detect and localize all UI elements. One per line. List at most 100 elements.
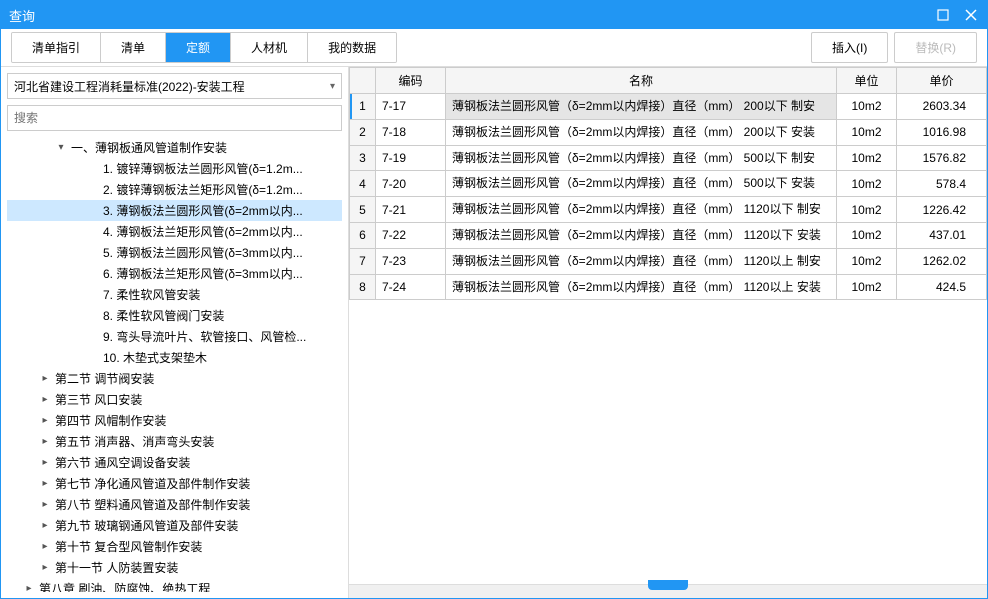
drag-handle-icon[interactable] [648, 580, 688, 590]
tree-item[interactable]: 8. 柔性软风管阀门安装 [7, 305, 342, 326]
tree-item[interactable]: ▸第四节 风帽制作安装 [7, 410, 342, 431]
chevron-right-icon[interactable]: ▸ [39, 499, 51, 510]
table-row[interactable]: 47-20薄钢板法兰圆形风管（δ=2mm以内焊接）直径（mm） 500以下 安装… [350, 171, 987, 197]
tree-item[interactable]: ▾一、薄钢板通风管道制作安装 [7, 137, 342, 158]
cell-name[interactable]: 薄钢板法兰圆形风管（δ=2mm以内焊接）直径（mm） 200以下 制安 [446, 94, 837, 120]
col-code[interactable]: 编码 [376, 68, 446, 94]
table-row[interactable]: 57-21薄钢板法兰圆形风管（δ=2mm以内焊接）直径（mm） 1120以下 制… [350, 197, 987, 223]
cell-unit[interactable]: 10m2 [837, 248, 897, 274]
row-number[interactable]: 4 [350, 171, 376, 197]
cell-price[interactable]: 1576.82 [897, 145, 987, 171]
row-number[interactable]: 7 [350, 248, 376, 274]
row-number[interactable]: 1 [350, 94, 376, 120]
grid-corner [350, 68, 376, 94]
tree-item[interactable]: ▸第六节 通风空调设备安装 [7, 452, 342, 473]
cell-unit[interactable]: 10m2 [837, 274, 897, 300]
chevron-right-icon[interactable]: ▸ [39, 394, 51, 405]
chevron-right-icon[interactable]: ▸ [39, 457, 51, 468]
row-number[interactable]: 5 [350, 197, 376, 223]
cell-price[interactable]: 1016.98 [897, 119, 987, 145]
maximize-icon[interactable] [935, 7, 951, 23]
row-number[interactable]: 8 [350, 274, 376, 300]
cell-name[interactable]: 薄钢板法兰圆形风管（δ=2mm以内焊接）直径（mm） 1120以上 制安 [446, 248, 837, 274]
table-row[interactable]: 37-19薄钢板法兰圆形风管（δ=2mm以内焊接）直径（mm） 500以下 制安… [350, 145, 987, 171]
chevron-right-icon[interactable]: ▸ [39, 415, 51, 426]
cell-code[interactable]: 7-23 [376, 248, 446, 274]
tree-item[interactable]: 7. 柔性软风管安装 [7, 284, 342, 305]
tab-1[interactable]: 清单 [101, 33, 166, 62]
cell-price[interactable]: 1226.42 [897, 197, 987, 223]
chevron-right-icon[interactable]: ▸ [39, 541, 51, 552]
tree-item[interactable]: ▸第九节 玻璃钢通风管道及部件安装 [7, 515, 342, 536]
cell-name[interactable]: 薄钢板法兰圆形风管（δ=2mm以内焊接）直径（mm） 500以下 制安 [446, 145, 837, 171]
tree-item[interactable]: 10. 木垫式支架垫木 [7, 347, 342, 368]
cell-price[interactable]: 2603.34 [897, 94, 987, 120]
table-row[interactable]: 87-24薄钢板法兰圆形风管（δ=2mm以内焊接）直径（mm） 1120以上 安… [350, 274, 987, 300]
cell-price[interactable]: 437.01 [897, 222, 987, 248]
tree-item[interactable]: 9. 弯头导流叶片、软管接口、风管检... [7, 326, 342, 347]
cell-name[interactable]: 薄钢板法兰圆形风管（δ=2mm以内焊接）直径（mm） 1120以下 安装 [446, 222, 837, 248]
tab-3[interactable]: 人材机 [231, 33, 308, 62]
cell-code[interactable]: 7-19 [376, 145, 446, 171]
tree-item[interactable]: ▸第三节 风口安装 [7, 389, 342, 410]
cell-unit[interactable]: 10m2 [837, 197, 897, 223]
cell-name[interactable]: 薄钢板法兰圆形风管（δ=2mm以内焊接）直径（mm） 1120以上 安装 [446, 274, 837, 300]
col-name[interactable]: 名称 [446, 68, 837, 94]
category-tree[interactable]: ▾一、薄钢板通风管道制作安装1. 镀锌薄钢板法兰圆形风管(δ=1.2m...2.… [7, 137, 342, 592]
data-grid[interactable]: 编码 名称 单位 单价 17-17薄钢板法兰圆形风管（δ=2mm以内焊接）直径（… [349, 67, 987, 584]
standard-dropdown[interactable]: 河北省建设工程消耗量标准(2022)-安装工程 ▾ [7, 73, 342, 99]
tree-item[interactable]: 3. 薄钢板法兰圆形风管(δ=2mm以内... [7, 200, 342, 221]
chevron-down-icon[interactable]: ▾ [55, 142, 67, 153]
cell-code[interactable]: 7-22 [376, 222, 446, 248]
tree-item[interactable]: 4. 薄钢板法兰矩形风管(δ=2mm以内... [7, 221, 342, 242]
chevron-right-icon[interactable]: ▸ [39, 373, 51, 384]
table-row[interactable]: 17-17薄钢板法兰圆形风管（δ=2mm以内焊接）直径（mm） 200以下 制安… [350, 94, 987, 120]
cell-name[interactable]: 薄钢板法兰圆形风管（δ=2mm以内焊接）直径（mm） 1120以下 制安 [446, 197, 837, 223]
tree-item[interactable]: ▸第八节 塑料通风管道及部件制作安装 [7, 494, 342, 515]
row-number[interactable]: 6 [350, 222, 376, 248]
table-row[interactable]: 67-22薄钢板法兰圆形风管（δ=2mm以内焊接）直径（mm） 1120以下 安… [350, 222, 987, 248]
tree-item[interactable]: ▸第七节 净化通风管道及部件制作安装 [7, 473, 342, 494]
tree-item[interactable]: 2. 镀锌薄钢板法兰矩形风管(δ=1.2m... [7, 179, 342, 200]
cell-name[interactable]: 薄钢板法兰圆形风管（δ=2mm以内焊接）直径（mm） 500以下 安装 [446, 171, 837, 197]
cell-code[interactable]: 7-18 [376, 119, 446, 145]
col-price[interactable]: 单价 [897, 68, 987, 94]
cell-price[interactable]: 424.5 [897, 274, 987, 300]
cell-code[interactable]: 7-17 [376, 94, 446, 120]
table-row[interactable]: 77-23薄钢板法兰圆形风管（δ=2mm以内焊接）直径（mm） 1120以上 制… [350, 248, 987, 274]
chevron-right-icon[interactable]: ▸ [39, 520, 51, 531]
cell-code[interactable]: 7-21 [376, 197, 446, 223]
col-unit[interactable]: 单位 [837, 68, 897, 94]
tree-item[interactable]: 6. 薄钢板法兰矩形风管(δ=3mm以内... [7, 263, 342, 284]
cell-unit[interactable]: 10m2 [837, 222, 897, 248]
cell-price[interactable]: 1262.02 [897, 248, 987, 274]
close-icon[interactable] [963, 7, 979, 23]
tree-item[interactable]: ▸第十一节 人防装置安装 [7, 557, 342, 578]
tree-item[interactable]: ▸第十节 复合型风管制作安装 [7, 536, 342, 557]
row-number[interactable]: 3 [350, 145, 376, 171]
search-input[interactable] [7, 105, 342, 131]
tree-item[interactable]: 5. 薄钢板法兰圆形风管(δ=3mm以内... [7, 242, 342, 263]
chevron-right-icon[interactable]: ▸ [39, 478, 51, 489]
cell-unit[interactable]: 10m2 [837, 94, 897, 120]
cell-unit[interactable]: 10m2 [837, 171, 897, 197]
chevron-right-icon[interactable]: ▸ [39, 562, 51, 573]
table-row[interactable]: 27-18薄钢板法兰圆形风管（δ=2mm以内焊接）直径（mm） 200以下 安装… [350, 119, 987, 145]
insert-button[interactable]: 插入(I) [811, 32, 888, 63]
chevron-right-icon[interactable]: ▸ [39, 436, 51, 447]
tab-4[interactable]: 我的数据 [308, 33, 396, 62]
cell-code[interactable]: 7-24 [376, 274, 446, 300]
tree-item[interactable]: 1. 镀锌薄钢板法兰圆形风管(δ=1.2m... [7, 158, 342, 179]
row-number[interactable]: 2 [350, 119, 376, 145]
cell-code[interactable]: 7-20 [376, 171, 446, 197]
tab-0[interactable]: 清单指引 [12, 33, 101, 62]
cell-name[interactable]: 薄钢板法兰圆形风管（δ=2mm以内焊接）直径（mm） 200以下 安装 [446, 119, 837, 145]
tree-item[interactable]: ▸第五节 消声器、消声弯头安装 [7, 431, 342, 452]
tree-item[interactable]: ▸第八章 刷油、防腐蚀、绝热工程 [7, 578, 342, 592]
cell-unit[interactable]: 10m2 [837, 119, 897, 145]
cell-unit[interactable]: 10m2 [837, 145, 897, 171]
tab-2[interactable]: 定额 [166, 33, 231, 62]
cell-price[interactable]: 578.4 [897, 171, 987, 197]
chevron-right-icon[interactable]: ▸ [23, 583, 35, 592]
tree-item[interactable]: ▸第二节 调节阀安装 [7, 368, 342, 389]
